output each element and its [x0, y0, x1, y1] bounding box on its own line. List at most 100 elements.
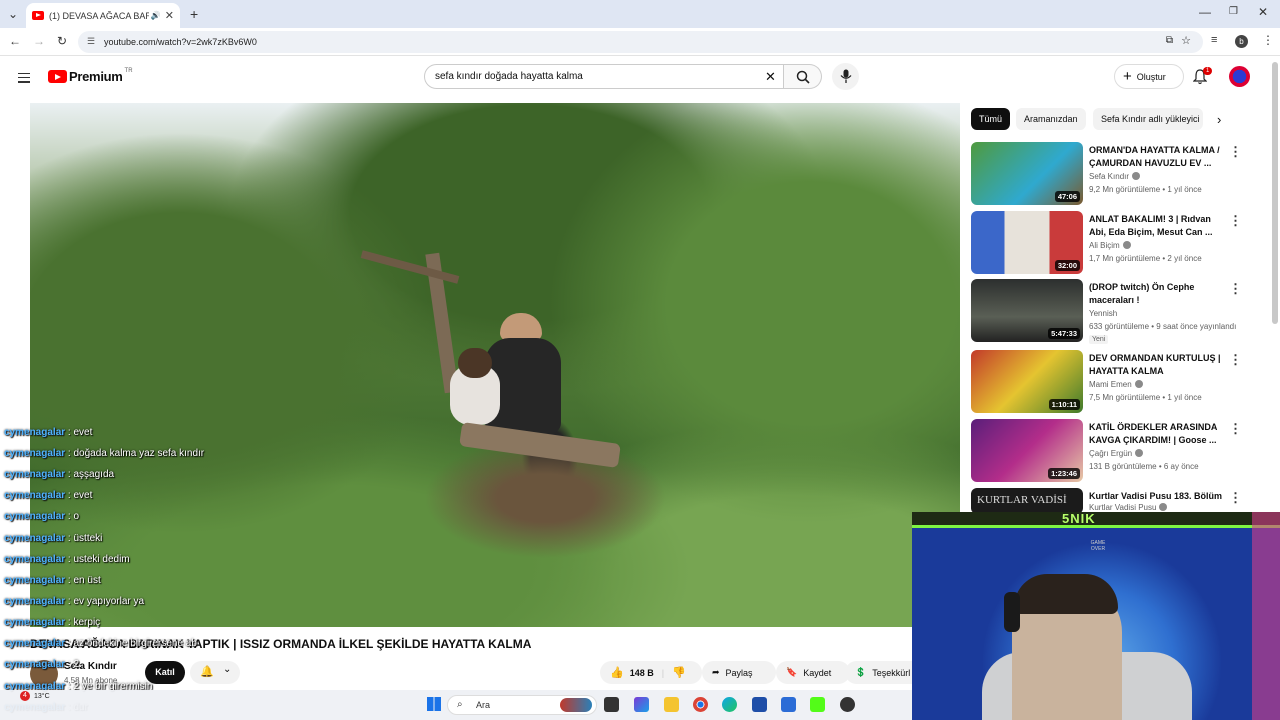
search-button[interactable]	[784, 64, 822, 89]
dislike-icon[interactable]: 👎	[672, 666, 686, 679]
thumbnail[interactable]: KURTLAR VADİSİ	[971, 488, 1083, 514]
thumbnail[interactable]: 32:00	[971, 211, 1083, 274]
taskbar-search[interactable]: ⌕ Ara	[447, 695, 597, 715]
bookmark-icon: 🔖	[786, 667, 798, 677]
windows-start-icon[interactable]	[427, 697, 441, 711]
more-options-icon[interactable]: ⋮	[1229, 421, 1242, 437]
share-label: Paylaş	[725, 667, 753, 678]
account-avatar[interactable]	[1229, 66, 1250, 87]
voice-search-button[interactable]	[832, 63, 859, 90]
store-icon[interactable]	[752, 697, 767, 712]
chevron-right-icon[interactable]: ›	[1217, 112, 1221, 127]
recommendation-item[interactable]: 1:23:46 KATİL ÖRDEKLER ARASINDA KAVGA ÇI…	[971, 419, 1251, 483]
tab-close-icon[interactable]: ✕	[165, 9, 174, 22]
new-tab-icon[interactable]: +	[190, 6, 198, 22]
menu-icon[interactable]	[18, 70, 30, 85]
search-icon	[796, 70, 810, 84]
back-icon[interactable]: ←	[9, 34, 21, 48]
more-options-icon[interactable]: ⋮	[1229, 490, 1242, 506]
temperature[interactable]: 13°C	[34, 693, 50, 700]
new-badge: Yeni	[1089, 335, 1109, 344]
create-button[interactable]: + Oluştur	[1114, 64, 1184, 89]
save-button[interactable]: 🔖 Kaydet	[776, 661, 850, 684]
chip-uploader[interactable]: Sefa Kındır adlı yükleyici	[1093, 108, 1203, 130]
recommendation-item[interactable]: 1:10:11 DEV ORMANDAN KURTULUŞ | HAYATTA …	[971, 350, 1251, 414]
video-player[interactable]	[30, 103, 960, 627]
recommendation-title: ANLAT BAKALIM! 3 | Rıdvan Abi, Eda Biçim…	[1089, 214, 1213, 237]
url-text: youtube.com/watch?v=2wk7zKBv6W0	[104, 37, 257, 47]
create-label: Oluştur	[1136, 71, 1166, 82]
page-scrollbar[interactable]	[1272, 62, 1278, 324]
thumbnail[interactable]: 1:23:46	[971, 419, 1083, 482]
reload-icon[interactable]: ↻	[57, 34, 67, 48]
share-button[interactable]: ➦ Paylaş	[702, 661, 776, 684]
chat-message: cymenagalar : o	[4, 511, 80, 522]
recommendation-channel: Mami Emen	[1089, 380, 1143, 389]
recommendation-channel: Ali Biçim	[1089, 241, 1131, 250]
chat-message: cymenagalar : ev yapıyorlar ya	[4, 596, 145, 607]
chip-all[interactable]: Tümü	[971, 108, 1011, 130]
audio-icon[interactable]: 🔊	[151, 11, 161, 20]
url-field[interactable]: ☰ youtube.com/watch?v=2wk7zKBv6W0 ⧉ ☆	[78, 31, 1203, 53]
edge-icon[interactable]	[722, 697, 737, 712]
recommendation-item[interactable]: 47:06 ORMAN'DA HAYATTA KALMA / ÇAMURDAN …	[971, 142, 1251, 206]
duration-badge: 5:47:33	[1048, 328, 1080, 339]
neon-light	[1252, 512, 1280, 720]
streamer-tag: 5NIK	[1062, 512, 1096, 526]
verified-icon	[1132, 172, 1141, 180]
webcam-banner: 5NIK	[912, 512, 1280, 528]
task-view-icon[interactable]	[604, 697, 619, 712]
kick-icon[interactable]	[810, 697, 825, 712]
media-control-icon[interactable]: ≡	[1211, 34, 1217, 46]
chat-message: cymenagalar : aşşagıda	[4, 469, 115, 480]
copilot-icon[interactable]	[634, 697, 649, 712]
like-icon[interactable]: 👍	[610, 666, 624, 679]
tab-title: (1) DEVASA AĞACA BARINA	[49, 10, 149, 21]
recommendation-item[interactable]: 5:47:33 (DROP twitch) Ön Cephe maceralar…	[971, 279, 1251, 344]
profile-avatar[interactable]: b	[1235, 35, 1248, 48]
more-options-icon[interactable]: ⋮	[1229, 281, 1242, 297]
chrome-icon[interactable]	[693, 697, 708, 712]
search-input[interactable]: sefa kındır doğada hayatta kalma ✕	[424, 64, 784, 89]
youtube-play-icon	[48, 70, 67, 83]
browser-tab-strip: ⌄ (1) DEVASA AĞACA BARINA 🔊 ✕ + — ❐ ✕	[0, 0, 1280, 28]
chat-message: cymenagalar : evet	[4, 490, 93, 501]
browser-tab[interactable]: (1) DEVASA AĞACA BARINA 🔊 ✕	[26, 3, 180, 28]
webcam-overlay: 5NIK GAME OVER	[912, 512, 1280, 720]
like-count[interactable]: 148 B	[630, 668, 654, 678]
channel-row: Sefa Kındır 4,58 Mn abone Katıl 🔔 ⌄ 👍 14…	[30, 658, 930, 688]
thumbnail[interactable]: 1:10:11	[971, 350, 1083, 413]
file-explorer-icon[interactable]	[664, 697, 679, 712]
more-options-icon[interactable]: ⋮	[1229, 213, 1242, 229]
window-close-icon[interactable]: ✕	[1258, 5, 1268, 19]
recommendation-item[interactable]: KURTLAR VADİSİ Kurtlar Vadisi Pusu 183. …	[971, 488, 1251, 514]
microphone-icon	[840, 69, 852, 83]
logo-region: TR	[124, 67, 133, 74]
restore-icon[interactable]: ❐	[1229, 6, 1238, 17]
browser-menu-icon[interactable]: ⋮	[1262, 33, 1274, 47]
thanks-label: Teşekkürl	[872, 667, 911, 678]
chat-message: cymenagalar : kerpiç	[4, 617, 101, 628]
site-info-icon[interactable]: ☰	[87, 36, 95, 47]
game-over-sign: GAME OVER	[1090, 540, 1106, 552]
thumbnail[interactable]: 47:06	[971, 142, 1083, 205]
obs-icon[interactable]	[840, 697, 855, 712]
youtube-logo[interactable]: Premium TR	[48, 67, 133, 84]
clear-search-icon[interactable]: ✕	[765, 69, 776, 85]
thumbnail[interactable]: 5:47:33	[971, 279, 1083, 342]
more-options-icon[interactable]: ⋮	[1229, 144, 1242, 160]
install-icon[interactable]: ⧉	[1166, 35, 1173, 46]
recommendation-item[interactable]: 32:00 ANLAT BAKALIM! 3 | Rıdvan Abi, Eda…	[971, 211, 1251, 275]
tab-list-icon[interactable]: ⌄	[8, 7, 18, 21]
forward-icon[interactable]: →	[33, 34, 45, 48]
tree-branch	[360, 250, 460, 284]
taskbar-search-label: Ara	[476, 700, 491, 710]
seated-person-head	[458, 348, 492, 378]
chip-from-search[interactable]: Aramanızdan	[1016, 108, 1086, 130]
app-icon[interactable]	[781, 697, 796, 712]
more-options-icon[interactable]: ⋮	[1229, 352, 1242, 368]
minimize-icon[interactable]: —	[1199, 5, 1211, 19]
address-bar-row: ← → ↻ ☰ youtube.com/watch?v=2wk7zKBv6W0 …	[0, 28, 1280, 56]
subscription-bell-button[interactable]: 🔔 ⌄	[190, 661, 240, 684]
bookmark-star-icon[interactable]: ☆	[1181, 34, 1191, 47]
